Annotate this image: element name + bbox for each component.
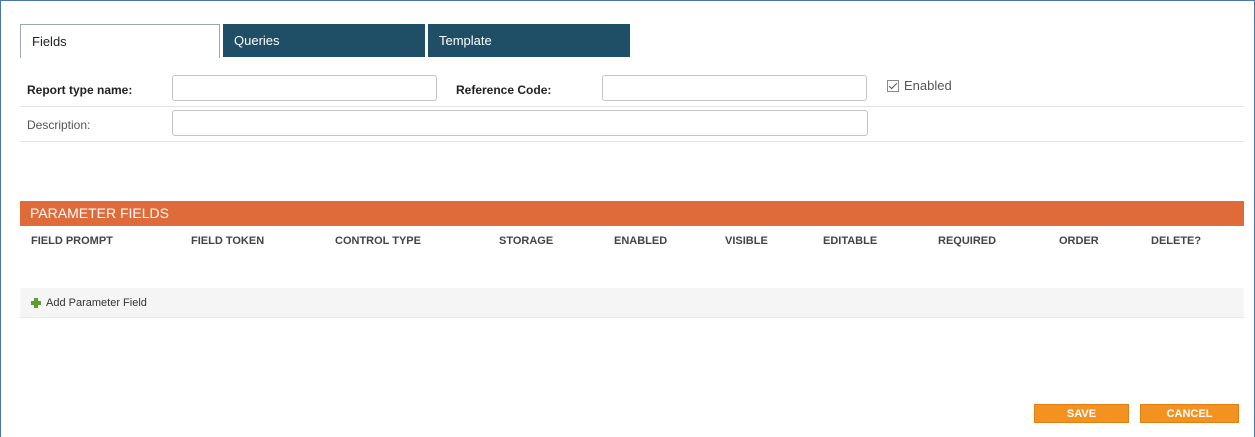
enabled-toggle[interactable]: Enabled — [887, 78, 952, 93]
reference-code-label: Reference Code: — [456, 83, 552, 97]
column-required: REQUIRED — [938, 235, 997, 247]
tab-queries[interactable]: Queries — [223, 24, 425, 57]
parameter-fields-header: PARAMETER FIELDS — [20, 201, 1244, 226]
column-control-type: CONTROL TYPE — [335, 235, 421, 247]
tab-template[interactable]: Template — [428, 24, 630, 57]
enabled-checkbox[interactable] — [887, 79, 899, 92]
save-button[interactable]: SAVE — [1034, 404, 1129, 423]
cancel-button[interactable]: CANCEL — [1140, 404, 1239, 423]
column-visible: VISIBLE — [725, 235, 768, 247]
row-divider — [20, 106, 1244, 107]
reference-code-input[interactable] — [602, 75, 867, 101]
plus-icon — [31, 297, 41, 308]
column-editable: EDITABLE — [823, 235, 878, 247]
column-enabled: ENABLED — [614, 235, 668, 247]
column-order: ORDER — [1059, 235, 1099, 247]
tab-fields[interactable]: Fields — [20, 24, 220, 58]
column-delete: DELETE? — [1151, 235, 1202, 247]
parameter-fields-columns: FIELD PROMPT FIELD TOKEN CONTROL TYPE ST… — [20, 226, 1244, 258]
description-label: Description: — [27, 118, 91, 132]
column-field-token: FIELD TOKEN — [191, 235, 265, 247]
column-field-prompt: FIELD PROMPT — [31, 235, 113, 247]
add-parameter-field-row[interactable]: Add Parameter Field — [20, 288, 1244, 318]
add-parameter-field-link[interactable]: Add Parameter Field — [46, 297, 147, 309]
report-type-name-label: Report type name: — [27, 83, 133, 97]
description-input[interactable] — [172, 110, 868, 136]
column-storage: STORAGE — [499, 235, 554, 247]
enabled-label: Enabled — [904, 78, 952, 93]
row-divider — [20, 141, 1244, 142]
tab-bar: Fields Queries Template — [20, 24, 633, 58]
report-type-name-input[interactable] — [172, 75, 437, 101]
